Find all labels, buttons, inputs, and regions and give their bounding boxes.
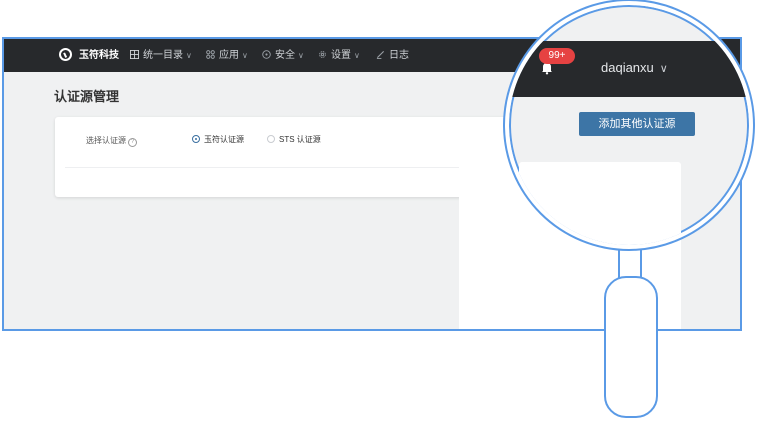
- username: daqianxu: [601, 60, 654, 75]
- nav-item-apps[interactable]: 应用 ∨: [206, 39, 248, 72]
- apps-grid-icon: [206, 50, 215, 59]
- directory-icon: [130, 50, 139, 59]
- gear-icon: [319, 51, 326, 58]
- notification-badge: 99+: [539, 48, 575, 64]
- add-other-source-button[interactable]: 添加其他认证源: [579, 112, 695, 136]
- page-title: 认证源管理: [54, 89, 120, 104]
- chevron-down-icon: ∨: [659, 63, 668, 75]
- radio-yufu-source[interactable]: 玉符认证源: [192, 134, 244, 145]
- chevron-down-icon: ∨: [354, 51, 360, 60]
- radio-label: 玉符认证源: [204, 135, 244, 144]
- radio-sts-source[interactable]: STS 认证源: [267, 134, 321, 145]
- nav-item-directory[interactable]: 统一目录 ∨: [130, 39, 192, 72]
- radio-label: STS 认证源: [279, 135, 321, 144]
- shield-icon: [262, 50, 271, 59]
- magnifier-handle: [604, 276, 658, 418]
- radio-unchecked-icon: [267, 135, 275, 143]
- source-selector-label-text: 选择认证源: [86, 136, 126, 145]
- radio-checked-icon: [192, 135, 200, 143]
- zoomed-content-card: [519, 162, 681, 245]
- brand-logo-icon[interactable]: [59, 48, 72, 61]
- brand-name[interactable]: 玉符科技: [79, 39, 119, 72]
- nav-item-security[interactable]: 安全 ∨: [262, 39, 304, 72]
- nav-item-logs[interactable]: 日志: [376, 39, 409, 72]
- nav-item-label: 应用: [219, 50, 239, 61]
- chevron-down-icon: ∨: [298, 51, 304, 60]
- log-pen-icon: [376, 50, 385, 59]
- nav-item-label: 日志: [389, 50, 409, 61]
- nav-item-label: 设置: [331, 50, 351, 61]
- nav-item-label: 统一目录: [143, 50, 183, 61]
- chevron-down-icon: ∨: [242, 51, 248, 60]
- nav-item-label: 安全: [275, 50, 295, 61]
- help-icon[interactable]: ?: [128, 138, 137, 147]
- chevron-down-icon: ∨: [186, 51, 192, 60]
- source-selector-label: 选择认证源?: [86, 135, 137, 147]
- user-menu[interactable]: daqianxu ∨: [601, 60, 668, 75]
- magnifier-lens: 99+ daqianxu ∨ 添加其他认证源: [505, 1, 753, 249]
- nav-item-settings[interactable]: 设置 ∨: [318, 39, 360, 72]
